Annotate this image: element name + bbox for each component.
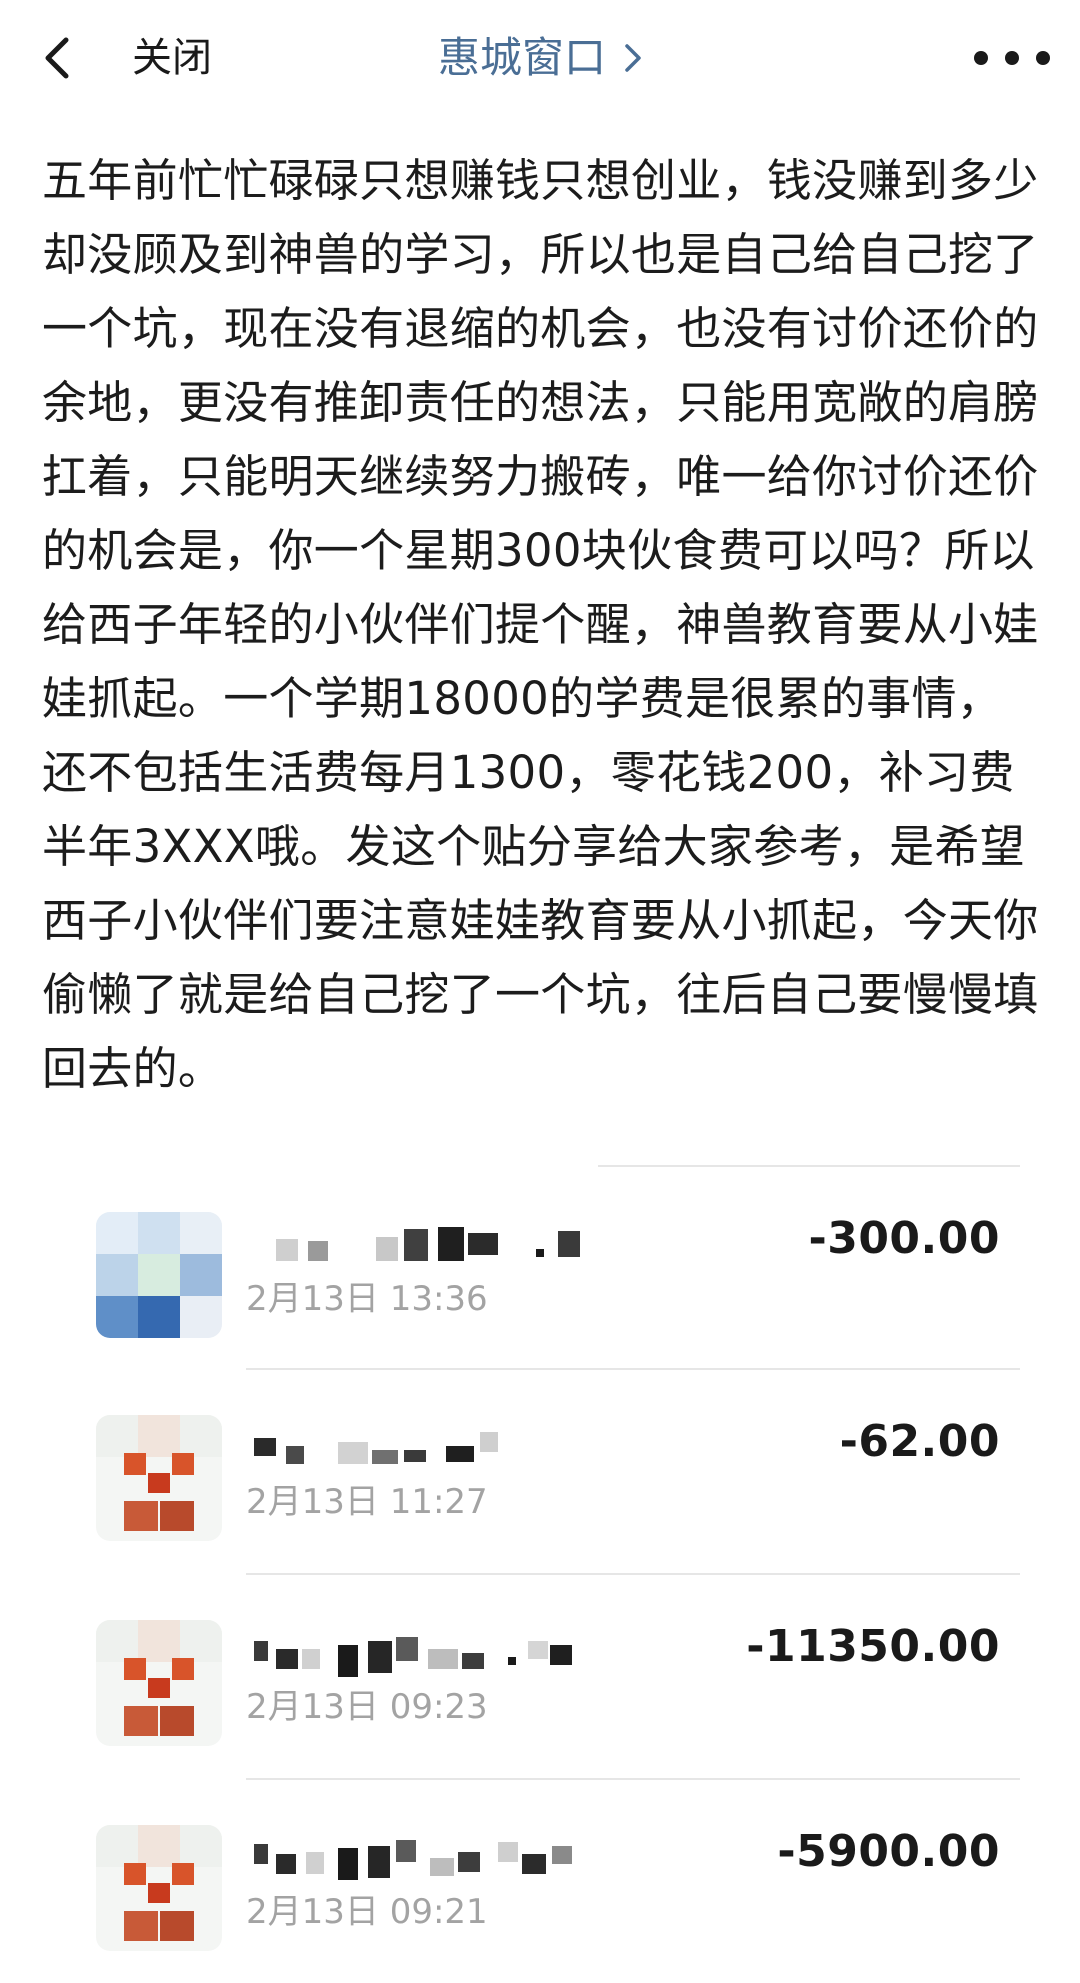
blurred-name xyxy=(246,1422,626,1472)
transaction-row[interactable]: 2月13日 09:23 -11350.00 xyxy=(0,1575,1080,1778)
more-dots-icon xyxy=(1005,51,1019,65)
chevron-right-icon xyxy=(625,44,641,72)
more-dots-icon xyxy=(1036,51,1050,65)
transaction-row[interactable]: 2月13日 09:21 -5900.00 xyxy=(0,1780,1080,1983)
top-navigation-bar: 关闭 惠城窗口 xyxy=(0,0,1080,118)
transaction-time: 2月13日 13:36 xyxy=(246,1279,488,1319)
transaction-amount: -5900.00 xyxy=(777,1826,1000,1877)
blurred-name xyxy=(246,1219,626,1269)
transaction-time: 2月13日 09:21 xyxy=(246,1892,488,1932)
transaction-time: 2月13日 09:23 xyxy=(246,1687,488,1727)
blurred-red-avatar xyxy=(96,1825,222,1951)
account-title-link[interactable]: 惠城窗口 xyxy=(0,30,1080,86)
blurred-name xyxy=(246,1832,626,1882)
more-dots-icon xyxy=(974,51,988,65)
more-options-button[interactable] xyxy=(974,30,1050,86)
page-title: 惠城窗口 xyxy=(437,33,606,82)
blurred-red-avatar xyxy=(96,1620,222,1746)
blurred-name xyxy=(246,1627,626,1677)
blurred-red-avatar xyxy=(96,1415,222,1541)
transaction-amount: -11350.00 xyxy=(746,1621,1000,1672)
blurred-blue-avatar xyxy=(96,1212,222,1338)
post-body-text: 五年前忙忙碌碌只想赚钱只想创业，钱没赚到多少却没顾及到神兽的学习，所以也是自己给… xyxy=(42,154,1039,1095)
transaction-row[interactable]: 2月13日 13:36 -300.00 xyxy=(0,1167,1080,1370)
transaction-row[interactable]: 2月13日 11:27 -62.00 xyxy=(0,1370,1080,1573)
transaction-amount: -300.00 xyxy=(808,1213,1000,1264)
transaction-time: 2月13日 11:27 xyxy=(246,1482,488,1522)
transaction-amount: -62.00 xyxy=(839,1416,1000,1467)
